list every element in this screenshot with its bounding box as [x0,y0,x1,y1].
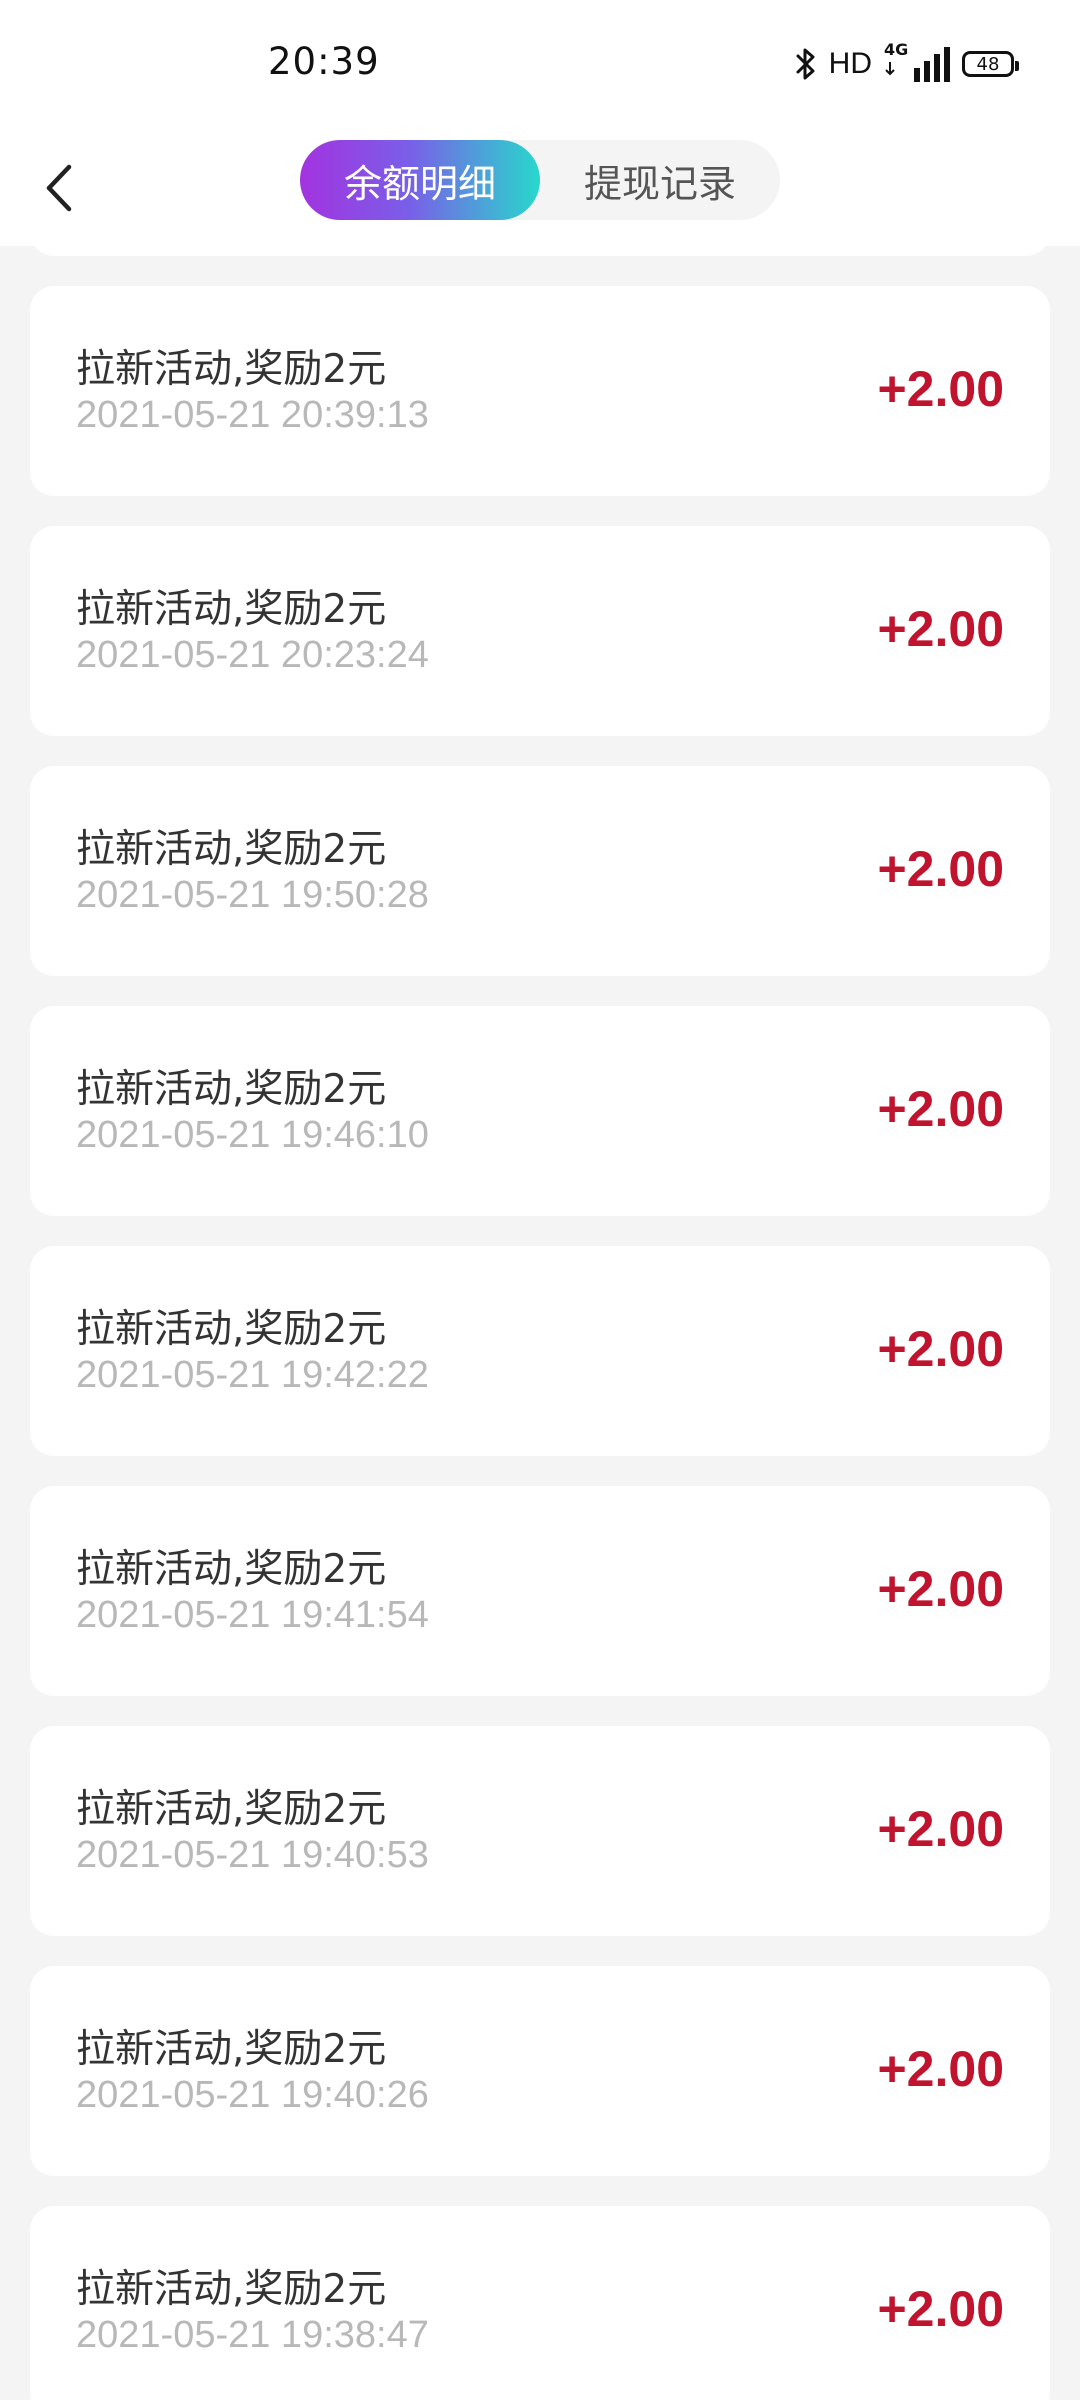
record-title: 拉新活动,奖励2元 [76,587,387,632]
record-time: 2021-05-21 19:41:54 [76,1594,429,1636]
list-item[interactable]: 拉新活动,奖励2元 2021-05-21 20:23:24 +2.00 [30,526,1050,736]
record-title: 拉新活动,奖励2元 [76,2267,387,2312]
back-button[interactable] [28,150,88,226]
record-amount: +2.00 [877,1801,1004,1857]
records-list[interactable]: 拉新活动,奖励2元 2021-05-21 20:39:13 +2.00 拉新活动… [0,246,1080,2400]
segment-control: 余额明细 提现记录 [300,140,780,220]
record-time: 2021-05-21 19:40:26 [76,2074,429,2116]
signal-icon: 4G [884,40,950,84]
list-item[interactable]: 拉新活动,奖励2元 2021-05-21 19:41:54 +2.00 [30,1486,1050,1696]
list-item[interactable]: 拉新活动,奖励2元 2021-05-21 20:39:13 +2.00 [30,286,1050,496]
record-title: 拉新活动,奖励2元 [76,2027,387,2072]
list-item-partial [30,246,1050,256]
record-title: 拉新活动,奖励2元 [76,1067,387,1112]
bluetooth-icon [795,47,817,81]
list-item[interactable]: 拉新活动,奖励2元 2021-05-21 19:46:10 +2.00 [30,1006,1050,1216]
record-time: 2021-05-21 20:23:24 [76,634,429,676]
record-amount: +2.00 [877,361,1004,417]
record-amount: +2.00 [877,2041,1004,2097]
record-title: 拉新活动,奖励2元 [76,1787,387,1832]
record-amount: +2.00 [877,2281,1004,2337]
status-icons: HD 4G 48 [795,40,1019,86]
tab-balance-detail[interactable]: 余额明细 [300,140,540,220]
battery-level: 48 [976,53,1000,75]
network-hd-label: HD [828,47,872,80]
record-amount: +2.00 [877,1561,1004,1617]
list-item[interactable]: 拉新活动,奖励2元 2021-05-21 19:38:47 +2.00 [30,2206,1050,2400]
record-amount: +2.00 [877,601,1004,657]
record-time: 2021-05-21 19:42:22 [76,1354,429,1396]
battery-icon: 48 [962,51,1019,77]
record-time: 2021-05-21 20:39:13 [76,394,429,436]
record-title: 拉新活动,奖励2元 [76,1547,387,1592]
status-bar: 20:39 HD 4G 48 [0,0,1080,130]
status-time: 20:39 [268,40,380,83]
record-time: 2021-05-21 19:50:28 [76,874,429,916]
chevron-left-icon [46,164,72,212]
record-title: 拉新活动,奖励2元 [76,827,387,872]
record-time: 2021-05-21 19:40:53 [76,1834,429,1876]
record-amount: +2.00 [877,1081,1004,1137]
record-title: 拉新活动,奖励2元 [76,347,387,392]
tab-withdraw-records[interactable]: 提现记录 [540,140,780,220]
record-title: 拉新活动,奖励2元 [76,1307,387,1352]
record-time: 2021-05-21 19:38:47 [76,2314,429,2356]
list-item[interactable]: 拉新活动,奖励2元 2021-05-21 19:40:26 +2.00 [30,1966,1050,2176]
record-amount: +2.00 [877,841,1004,897]
list-item[interactable]: 拉新活动,奖励2元 2021-05-21 19:50:28 +2.00 [30,766,1050,976]
nav-bar: 余额明细 提现记录 [0,130,1080,246]
record-amount: +2.00 [877,1321,1004,1377]
record-time: 2021-05-21 19:46:10 [76,1114,429,1156]
list-item[interactable]: 拉新活动,奖励2元 2021-05-21 19:40:53 +2.00 [30,1726,1050,1936]
list-item[interactable]: 拉新活动,奖励2元 2021-05-21 19:42:22 +2.00 [30,1246,1050,1456]
